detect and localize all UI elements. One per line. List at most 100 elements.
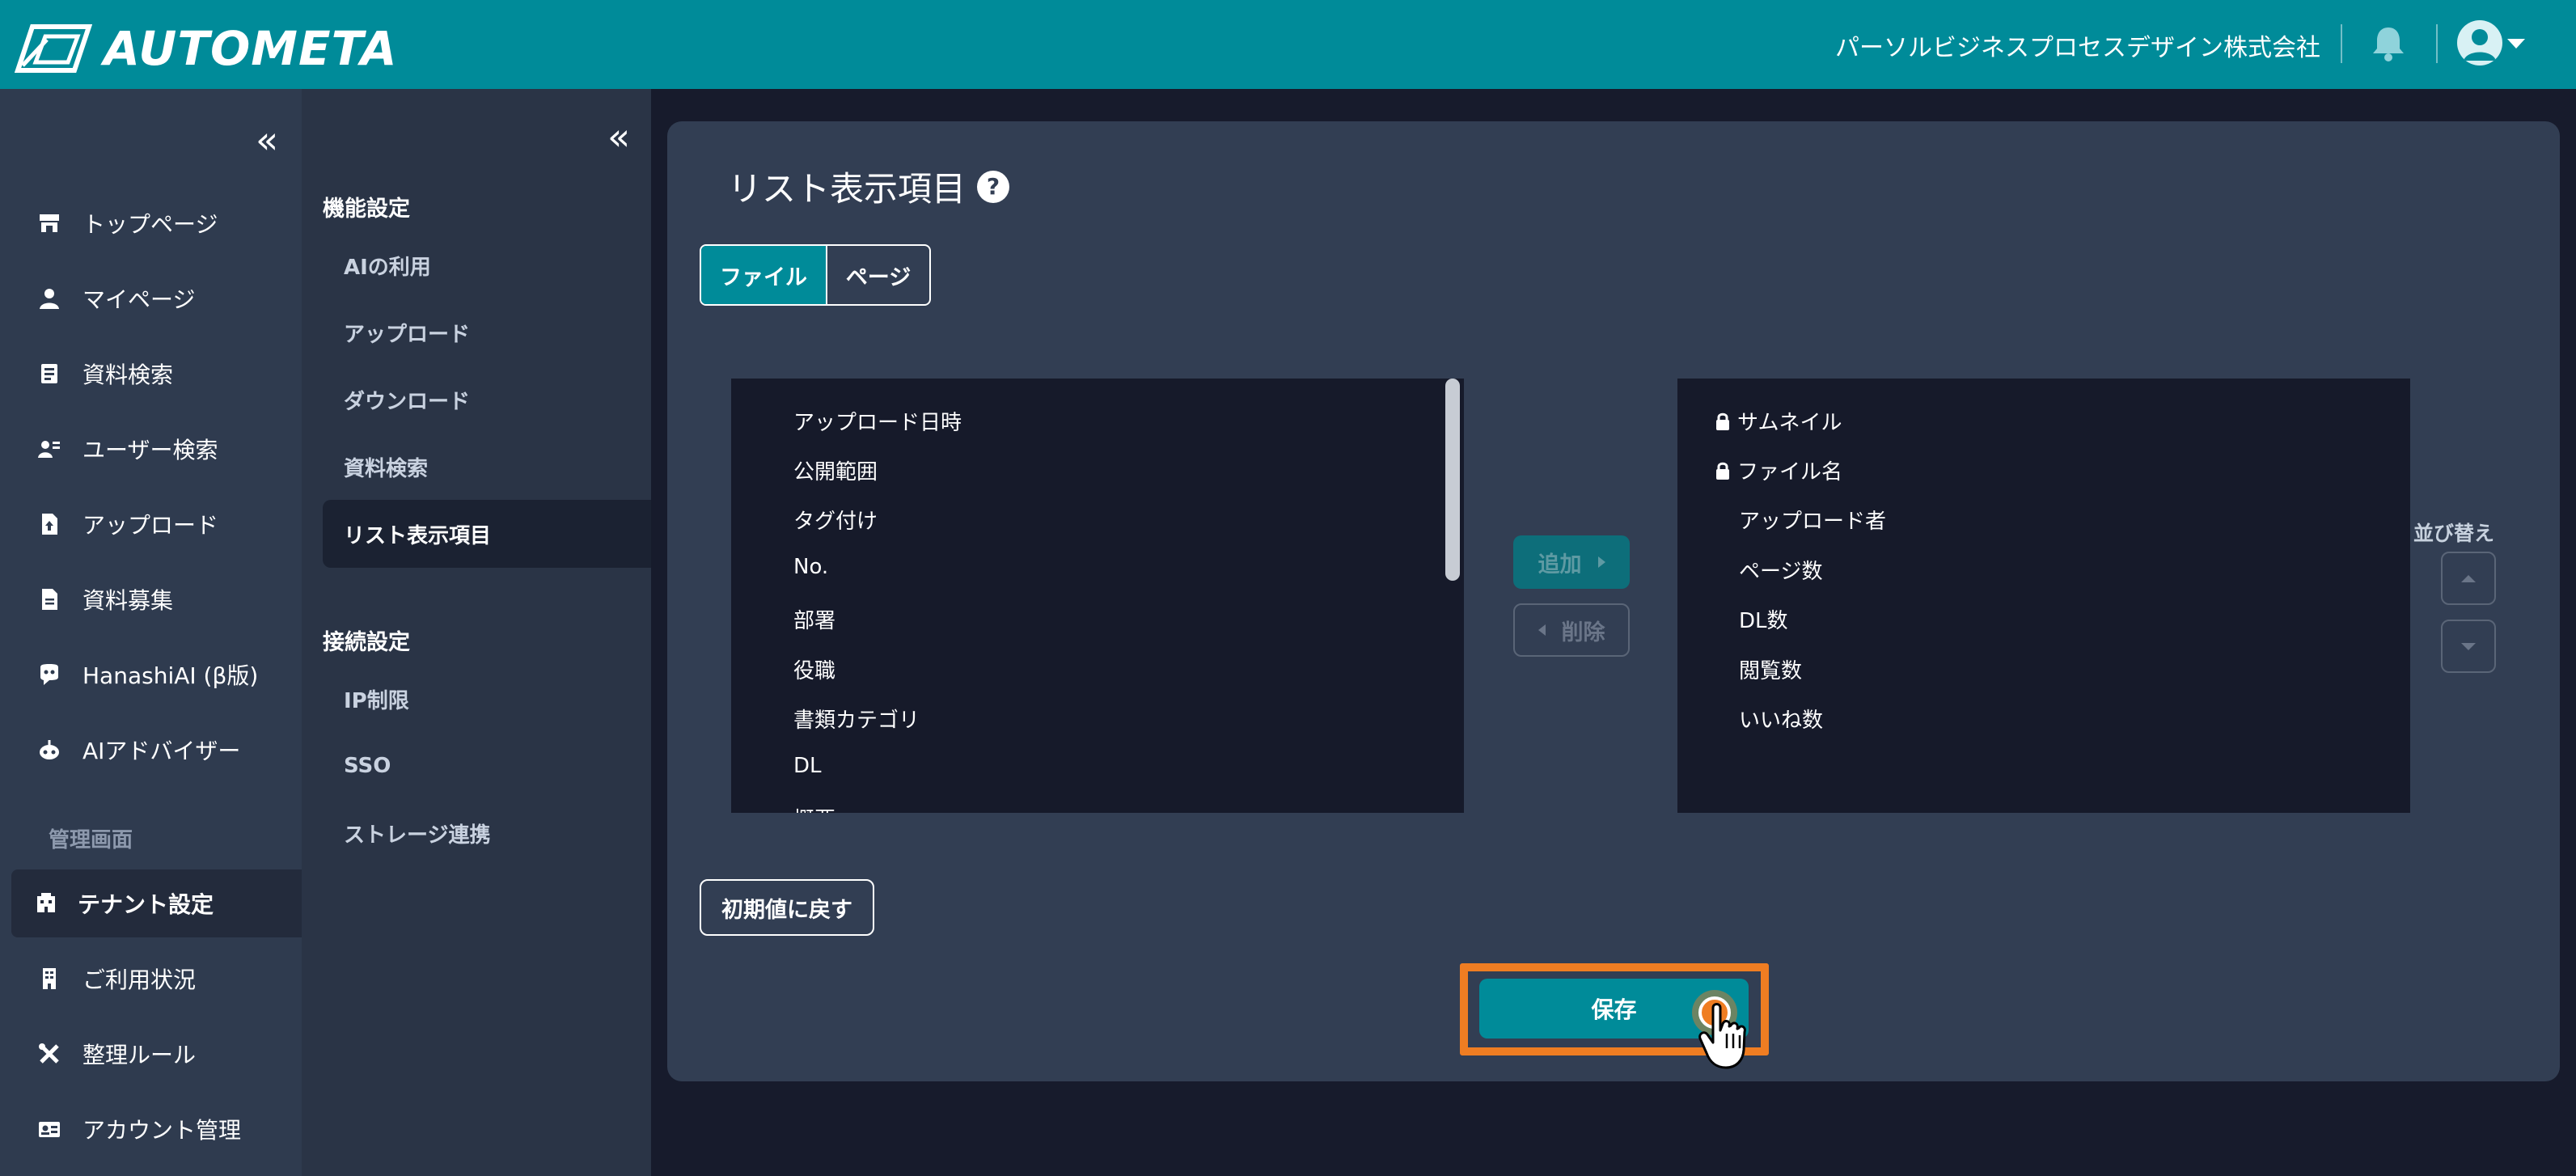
main-sidebar: « トップページ マイページ 資料検索 ユーザー検索 アップロード 資料募集 H… xyxy=(0,89,302,1176)
help-icon[interactable]: ? xyxy=(977,170,1010,203)
tab-group: ファイル ページ xyxy=(700,244,931,306)
subnav-item-list-display[interactable]: リスト表示項目 xyxy=(323,500,651,568)
list-item[interactable]: DL xyxy=(793,754,822,778)
sidebar-item-my-page[interactable]: マイページ xyxy=(11,264,302,332)
sidebar-item-label: 整理ルール xyxy=(82,1042,197,1068)
tools-icon xyxy=(36,1040,63,1068)
list-item[interactable]: ページ数 xyxy=(1739,555,1822,585)
list-item[interactable]: 部署 xyxy=(793,604,835,634)
robot-icon xyxy=(36,736,63,764)
autometa-logo[interactable]: AUTOMETA xyxy=(15,21,398,76)
sidebar-item-label: アカウント管理 xyxy=(82,1117,242,1144)
building-icon xyxy=(32,890,60,917)
settings-subnav: « 機能設定 AIの利用 アップロード ダウンロード 資料検索 リスト表示項目 … xyxy=(302,89,651,1176)
list-item[interactable]: アップロード日時 xyxy=(793,406,962,436)
sidebar-item-tenant-settings[interactable]: テナント設定 xyxy=(11,869,302,937)
subnav-item-ai-usage[interactable]: AIの利用 xyxy=(323,231,651,299)
list-item[interactable]: ファイル名 xyxy=(1715,455,1842,485)
list-item[interactable]: No. xyxy=(793,555,828,579)
list-item[interactable]: 書類カテゴリ xyxy=(793,704,920,734)
subnav-item-document-search[interactable]: 資料検索 xyxy=(323,433,651,501)
list-display-settings-card: リスト表示項目 ? ファイル ページ アップロード日時 公開範囲 タグ付け No… xyxy=(667,121,2560,1081)
bell-icon[interactable] xyxy=(2371,24,2406,65)
list-item[interactable]: タグ付け xyxy=(793,505,878,535)
sidebar-item-document-search[interactable]: 資料検索 xyxy=(11,340,302,408)
admin-section-label: 管理画面 xyxy=(49,828,133,852)
sidebar-item-label: AIアドバイザー xyxy=(82,738,241,764)
list-item[interactable]: サムネイル xyxy=(1715,406,1842,436)
function-settings-heading: 機能設定 xyxy=(323,197,410,222)
list-item[interactable]: 公開範囲 xyxy=(793,455,878,485)
person-icon xyxy=(36,285,63,312)
chevron-up-icon xyxy=(2461,574,2476,582)
list-item[interactable]: いいね数 xyxy=(1739,704,1823,734)
list-item[interactable]: 閲覧数 xyxy=(1739,654,1802,684)
chevron-right-icon xyxy=(1597,556,1605,568)
reset-defaults-button[interactable]: 初期値に戻す xyxy=(700,879,874,936)
add-button[interactable]: 追加 xyxy=(1513,535,1630,589)
list-scrollbar[interactable] xyxy=(1445,379,1460,581)
available-items-list[interactable]: アップロード日時 公開範囲 タグ付け No. 部署 役職 書類カテゴリ DL 概… xyxy=(731,379,1464,813)
top-header: AUTOMETA パーソルビジネスプロセスデザイン株式会社 xyxy=(0,0,2576,89)
sidebar-item-label: ご利用状況 xyxy=(82,967,197,993)
list-item[interactable]: アップロード者 xyxy=(1739,505,1886,535)
user-search-icon xyxy=(36,435,63,463)
lock-icon xyxy=(1716,462,1729,480)
list-item[interactable]: DL数 xyxy=(1739,604,1788,634)
selected-items-list[interactable]: サムネイル ファイル名 アップロード者 ページ数 DL数 閲覧数 いいね数 xyxy=(1677,379,2410,813)
header-divider xyxy=(2436,24,2438,63)
sidebar-item-upload[interactable]: アップロード xyxy=(11,490,302,558)
sidebar-item-label: HanashiAI (β版) xyxy=(82,662,259,689)
list-item[interactable]: 役職 xyxy=(793,654,835,684)
sidebar-item-label: 資料検索 xyxy=(82,362,174,388)
subnav-item-label: SSO xyxy=(344,754,391,778)
list-item[interactable]: 概要 xyxy=(793,803,835,813)
sidebar-item-ai-advisor[interactable]: AIアドバイザー xyxy=(11,716,302,784)
sidebar-item-hanashi-ai[interactable]: HanashiAI (β版) xyxy=(11,641,302,709)
chevron-down-icon[interactable] xyxy=(2507,39,2525,49)
subnav-item-label: ストレージ連携 xyxy=(344,823,491,848)
collapse-subnav-icon[interactable]: « xyxy=(607,118,630,155)
subnav-item-ip-restriction[interactable]: IP制限 xyxy=(323,665,651,733)
subnav-item-storage[interactable]: ストレージ連携 xyxy=(323,799,651,867)
collapse-sidebar-icon[interactable]: « xyxy=(256,121,278,159)
sort-label: 並び替え xyxy=(2413,522,2495,545)
document-search-icon xyxy=(36,360,63,387)
sidebar-item-user-search[interactable]: ユーザー検索 xyxy=(11,415,302,483)
user-avatar-icon[interactable] xyxy=(2457,20,2502,66)
subnav-item-upload[interactable]: アップロード xyxy=(323,298,651,366)
sidebar-item-usage-status[interactable]: ご利用状況 xyxy=(11,945,302,1013)
sidebar-item-label: トップページ xyxy=(82,211,218,238)
subnav-item-label: IP制限 xyxy=(344,688,409,713)
office-icon xyxy=(36,965,63,992)
lock-icon xyxy=(1716,412,1729,430)
subnav-item-label: ダウンロード xyxy=(344,389,471,414)
sidebar-item-account-management[interactable]: アカウント管理 xyxy=(11,1095,302,1163)
move-up-button[interactable] xyxy=(2441,552,2496,605)
file-icon xyxy=(36,586,63,613)
subnav-item-sso[interactable]: SSO xyxy=(323,732,651,800)
list-item-label: サムネイル xyxy=(1737,411,1842,435)
logo-mark-icon xyxy=(15,24,92,73)
subnav-item-download[interactable]: ダウンロード xyxy=(323,366,651,434)
sidebar-item-top-page[interactable]: トップページ xyxy=(11,189,302,257)
subnav-item-label: リスト表示項目 xyxy=(344,523,492,548)
list-item-label: ファイル名 xyxy=(1737,460,1843,484)
sidebar-item-label: テナント設定 xyxy=(78,891,214,918)
tab-page[interactable]: ページ xyxy=(826,246,929,304)
tab-file[interactable]: ファイル xyxy=(701,246,826,304)
sidebar-item-label: アップロード xyxy=(82,512,219,539)
chevron-down-icon xyxy=(2461,642,2476,650)
subnav-item-label: AIの利用 xyxy=(344,255,431,280)
page-title-text: リスト表示項目 xyxy=(728,169,967,209)
page-title: リスト表示項目 ? xyxy=(728,162,1010,211)
remove-button[interactable]: 削除 xyxy=(1513,603,1630,657)
sidebar-item-organize-rules[interactable]: 整理ルール xyxy=(11,1020,302,1088)
chat-bot-icon xyxy=(36,661,63,688)
move-down-button[interactable] xyxy=(2441,620,2496,673)
id-card-icon xyxy=(36,1115,63,1143)
store-icon xyxy=(36,209,63,237)
sidebar-item-document-request[interactable]: 資料募集 xyxy=(11,565,302,633)
connection-settings-heading: 接続設定 xyxy=(323,630,410,655)
company-name: パーソルビジネスプロセスデザイン株式会社 xyxy=(1835,34,2320,62)
